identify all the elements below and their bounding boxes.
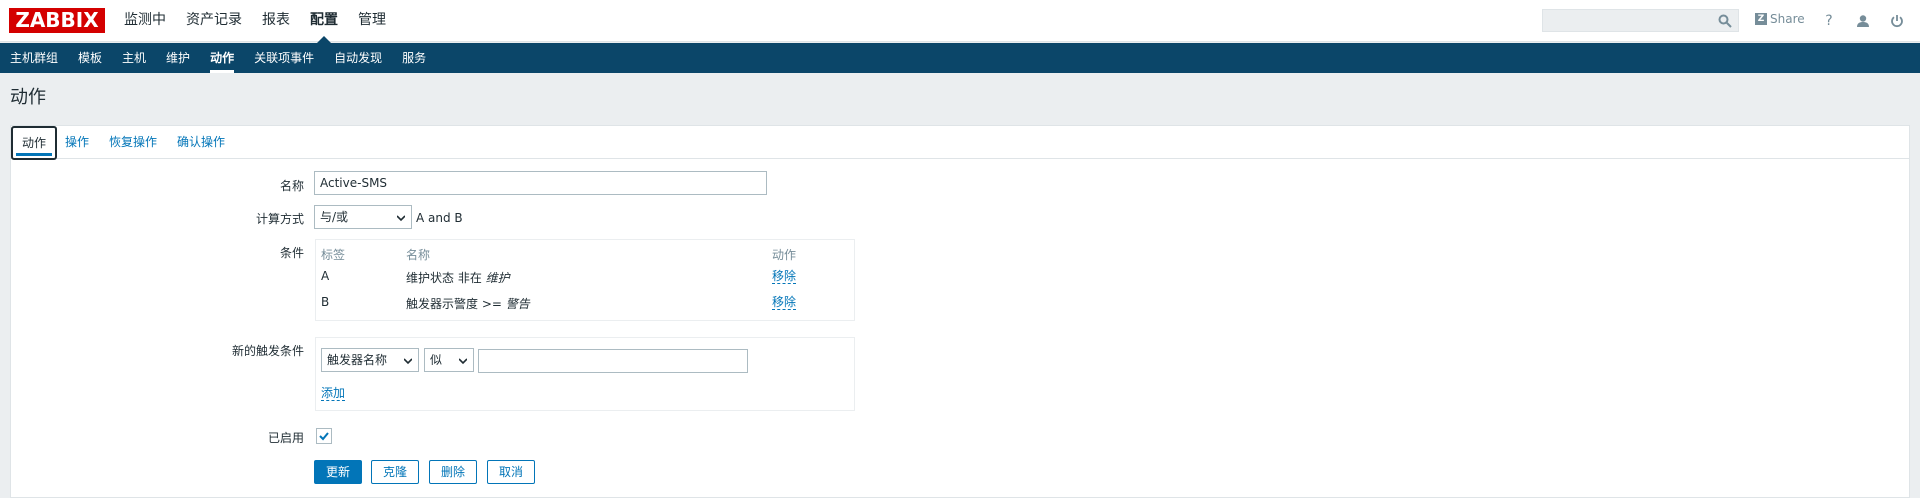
chevron-down-icon [397,215,405,222]
condition-type-select[interactable]: 触发器名称 [321,348,419,372]
calc-label: 计算方式 [255,212,304,226]
submenu-services[interactable]: 服务 [392,43,436,73]
main-menu: 监测中 资产记录 报表 配置 管理 [114,0,396,43]
menu-monitoring[interactable]: 监测中 [114,0,176,42]
search-icon[interactable] [1718,14,1732,28]
sub-menu: 主机群组 模板 主机 维护 动作 关联项事件 自动发现 服务 [0,43,1920,73]
conditions-table: 标签 名称 动作 A 维护状态 非在 维护 移除 B 触发器示警度 >= 警告 … [315,239,855,321]
sign-out-icon[interactable] [1887,11,1907,31]
condition-value-field[interactable] [478,349,748,373]
enabled-checkbox[interactable] [316,428,332,444]
enabled-label: 已启用 [267,431,304,445]
calc-expression: A and B [416,211,463,225]
condition-tag: A [321,269,330,283]
share-icon: Z [1755,13,1767,25]
tab-bar: 动作 操作 恢复操作 确认操作 [11,126,1909,160]
top-header: ZABBIX 监测中 资产记录 报表 配置 管理 Z Share ? [0,0,1920,43]
condition-tag: B [321,295,330,309]
calc-type-value: 与/或 [320,210,349,224]
new-condition-box: 触发器名称 似 添加 [315,337,855,411]
condition-remove-link[interactable]: 移除 [772,269,797,284]
condition-name: 维护状态 非在 维护 [406,271,510,285]
chevron-down-icon [404,358,412,365]
cancel-button[interactable]: 取消 [487,460,535,484]
clone-button[interactable]: 克隆 [371,460,419,484]
page-title: 动作 [10,87,46,108]
add-condition-link[interactable]: 添加 [321,386,346,401]
conditions-label: 条件 [279,246,304,260]
condition-operator-select[interactable]: 似 [424,348,474,372]
help-icon[interactable]: ? [1819,11,1839,31]
submenu-maintenance[interactable]: 维护 [156,43,200,73]
menu-configuration[interactable]: 配置 [300,0,348,43]
tab-action[interactable]: 动作 [11,126,58,160]
submenu-templates[interactable]: 模板 [68,43,112,73]
tab-recovery-operations[interactable]: 恢复操作 [109,126,157,158]
condition-operator-value: 似 [430,353,443,367]
search-input[interactable] [1542,9,1739,32]
chevron-down-icon [459,358,467,365]
conditions-header-action: 动作 [772,248,797,262]
share-link[interactable]: Z Share [1755,12,1805,26]
tab-update-operations[interactable]: 确认操作 [177,126,225,158]
zabbix-logo[interactable]: ZABBIX [9,8,105,33]
tab-operations[interactable]: 操作 [65,126,89,158]
update-button[interactable]: 更新 [314,460,362,484]
condition-remove-link[interactable]: 移除 [772,295,797,310]
share-label: Share [1770,12,1805,26]
submenu-discovery[interactable]: 自动发现 [324,43,392,73]
conditions-header-tag: 标签 [321,248,346,262]
menu-administration[interactable]: 管理 [348,0,396,42]
name-label: 名称 [279,179,304,193]
conditions-header-name: 名称 [406,248,431,262]
submenu-hosts[interactable]: 主机 [112,43,156,73]
new-condition-label: 新的触发条件 [231,344,304,358]
submenu-event-correlation[interactable]: 关联项事件 [244,43,324,73]
delete-button[interactable]: 删除 [429,460,477,484]
menu-reports[interactable]: 报表 [252,0,300,42]
name-field[interactable]: Active-SMS [314,171,767,195]
calc-type-select[interactable]: 与/或 [314,205,412,229]
submenu-actions[interactable]: 动作 [200,43,244,73]
checkmark-icon [319,432,329,441]
action-form-container: 动作 操作 恢复操作 确认操作 名称 Active-SMS 计算方式 与/或 A… [10,125,1910,498]
condition-name: 触发器示警度 >= 警告 [406,297,530,311]
user-profile-icon[interactable] [1853,11,1873,31]
condition-type-value: 触发器名称 [327,353,388,367]
submenu-host-groups[interactable]: 主机群组 [0,43,68,73]
menu-inventory[interactable]: 资产记录 [176,0,252,42]
